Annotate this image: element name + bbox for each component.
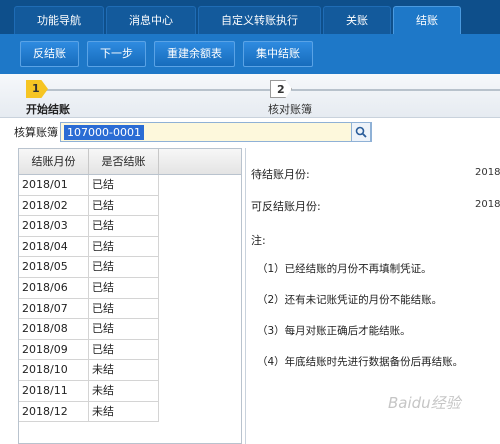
cell-month: 2018/02 [19,195,89,217]
cell-month: 2018/07 [19,298,89,320]
cell-month: 2018/08 [19,319,89,340]
closing-month-table: 结账月份 是否结账 2018/01 已结 2018/02 已结 2018/03 已结 … [18,148,242,444]
next-step-button[interactable]: 下一步 [87,41,146,67]
step-1-label: 开始结账 [26,103,70,116]
note-item: （4）年底结账时先进行数据备份后再结账。 [257,356,464,368]
table-row[interactable]: 2018/02 已结 [19,195,241,217]
account-value[interactable]: 107000-0001 [64,124,144,140]
unclose-button[interactable]: 反结账 [20,41,79,67]
closing-info-panel: 待结账月份: 2018/ 可反结账月份: 2018/ 注: （1）已经结账的月份… [248,148,500,444]
cell-month: 2018/03 [19,216,89,237]
cell-status: 已结 [89,236,159,258]
column-header-closed[interactable]: 是否结账 [89,149,159,174]
cell-status: 未结 [89,401,159,423]
cell-status: 未结 [89,380,159,402]
pending-month-label: 待结账月份: [251,168,310,181]
cell-month: 2018/12 [19,401,89,423]
table-row[interactable]: 2018/08 已结 [19,319,241,340]
table-body: 2018/01 已结 2018/02 已结 2018/03 已结 2018/04 已结 … [19,175,241,423]
step-1-badge: 1 [26,80,48,98]
panel-divider [245,148,246,444]
cell-month: 2018/06 [19,277,89,299]
cell-month: 2018/05 [19,257,89,278]
batch-close-button[interactable]: 集中结账 [243,41,313,67]
cell-status: 已结 [89,277,159,299]
step-2-label: 核对账簿 [268,103,312,116]
cell-status: 已结 [89,298,159,320]
note-item: （1）已经结账的月份不再填制凭证。 [257,263,432,275]
table-row[interactable]: 2018/03 已结 [19,216,241,237]
notes-title: 注: [251,234,266,247]
table-row[interactable]: 2018/12 未结 [19,401,241,423]
cell-status: 已结 [89,216,159,237]
account-label: 核算账簿 [14,126,58,139]
cell-month: 2018/01 [19,175,89,196]
table-row[interactable]: 2018/11 未结 [19,380,241,402]
step-wizard: 1 开始结账 2 核对账簿 [0,74,500,118]
cell-month: 2018/10 [19,360,89,381]
table-row[interactable]: 2018/06 已结 [19,277,241,299]
column-header-month[interactable]: 结账月份 [19,149,89,174]
tab-bar: 功能导航 消息中心 自定义转账执行 关账 结账 [0,0,500,34]
cell-status: 已结 [89,339,159,361]
account-input[interactable]: 107000-0001 [60,122,372,142]
table-row[interactable]: 2018/01 已结 [19,175,241,196]
step-2-badge: 2 [270,80,292,98]
cell-status: 已结 [89,257,159,278]
cell-status: 未结 [89,360,159,381]
note-item: （3）每月对账正确后才能结账。 [257,325,411,337]
cell-status: 已结 [89,195,159,217]
magnifier-icon[interactable] [351,122,371,142]
pending-month-value: 2018/ [475,167,500,178]
tab-close-accounts[interactable]: 关账 [323,6,391,34]
table-row[interactable]: 2018/07 已结 [19,298,241,320]
reversible-month-value: 2018/ [475,199,500,210]
table-row[interactable]: 2018/05 已结 [19,257,241,278]
table-header: 结账月份 是否结账 [19,149,241,175]
watermark: Baidu经验 [388,394,461,412]
toolbar: 反结账 下一步 重建余额表 集中结账 [0,34,500,74]
reversible-month-label: 可反结账月份: [251,200,321,213]
cell-month: 2018/04 [19,236,89,258]
rebuild-balance-button[interactable]: 重建余额表 [154,41,235,67]
table-row[interactable]: 2018/09 已结 [19,339,241,361]
table-row[interactable]: 2018/10 未结 [19,360,241,381]
tab-period-closing[interactable]: 结账 [393,6,461,34]
tab-custom-transfer[interactable]: 自定义转账执行 [198,6,321,34]
account-selector-row: 核算账簿 107000-0001 [0,118,500,146]
table-row[interactable]: 2018/04 已结 [19,236,241,258]
tab-message-center[interactable]: 消息中心 [106,6,196,34]
note-item: （2）还有未记账凭证的月份不能结账。 [257,294,443,306]
cell-status: 已结 [89,175,159,196]
cell-month: 2018/11 [19,380,89,402]
tab-function-nav[interactable]: 功能导航 [14,6,104,34]
cell-status: 已结 [89,319,159,340]
cell-month: 2018/09 [19,339,89,361]
